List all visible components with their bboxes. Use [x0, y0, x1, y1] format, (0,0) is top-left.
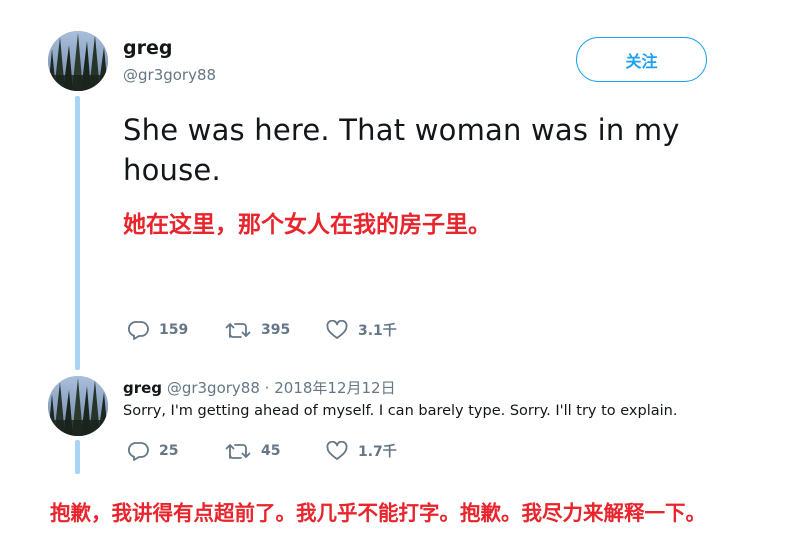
- reply-retweet-count: 45: [261, 443, 281, 459]
- like-count: 3.1千: [358, 323, 397, 339]
- author-handle[interactable]: @gr3gory88: [123, 66, 216, 84]
- thread-line-reply: [75, 440, 80, 474]
- reply-author-handle[interactable]: @gr3gory88: [167, 379, 260, 397]
- reply-retweet-button[interactable]: 45: [225, 441, 280, 461]
- reply-reply-count: 25: [159, 443, 179, 459]
- reply-separator: ·: [264, 379, 270, 397]
- reply-button[interactable]: 159: [127, 320, 188, 340]
- like-icon: [326, 320, 348, 339]
- author-name[interactable]: greg: [123, 37, 172, 59]
- reply-date[interactable]: 2018年12月12日: [274, 379, 395, 397]
- reply-like-button[interactable]: 1.7千: [326, 441, 397, 461]
- reply-count: 159: [159, 322, 189, 338]
- avatar[interactable]: [48, 31, 108, 91]
- retweet-icon: [225, 323, 251, 338]
- like-icon: [326, 441, 348, 460]
- reply-header: greg @gr3gory88 · 2018年12月12日: [123, 377, 396, 398]
- reply-icon: [127, 442, 149, 461]
- retweet-icon: [225, 444, 251, 459]
- follow-button-label: 关注: [625, 51, 658, 71]
- thread-line-main: [75, 96, 80, 370]
- tweet-text: She was here. That woman was in my house…: [123, 113, 680, 187]
- reply-author-name[interactable]: greg: [123, 379, 162, 397]
- reply-text: Sorry, I'm getting ahead of myself. I ca…: [123, 403, 678, 419]
- retweet-button[interactable]: 395: [225, 320, 290, 340]
- tweet-translation: 她在这里，那个女人在我的房子里。: [123, 212, 491, 238]
- reply-like-count: 1.7千: [358, 444, 397, 460]
- like-button[interactable]: 3.1千: [326, 320, 397, 340]
- reply-avatar[interactable]: [48, 376, 108, 436]
- reply-translation: 抱歉，我讲得有点超前了。我几乎不能打字。抱歉。我尽力来解释一下。: [50, 501, 706, 525]
- reply-reply-button[interactable]: 25: [127, 441, 178, 461]
- reply-icon: [127, 321, 149, 340]
- retweet-count: 395: [261, 322, 291, 338]
- follow-button[interactable]: 关注: [576, 37, 707, 82]
